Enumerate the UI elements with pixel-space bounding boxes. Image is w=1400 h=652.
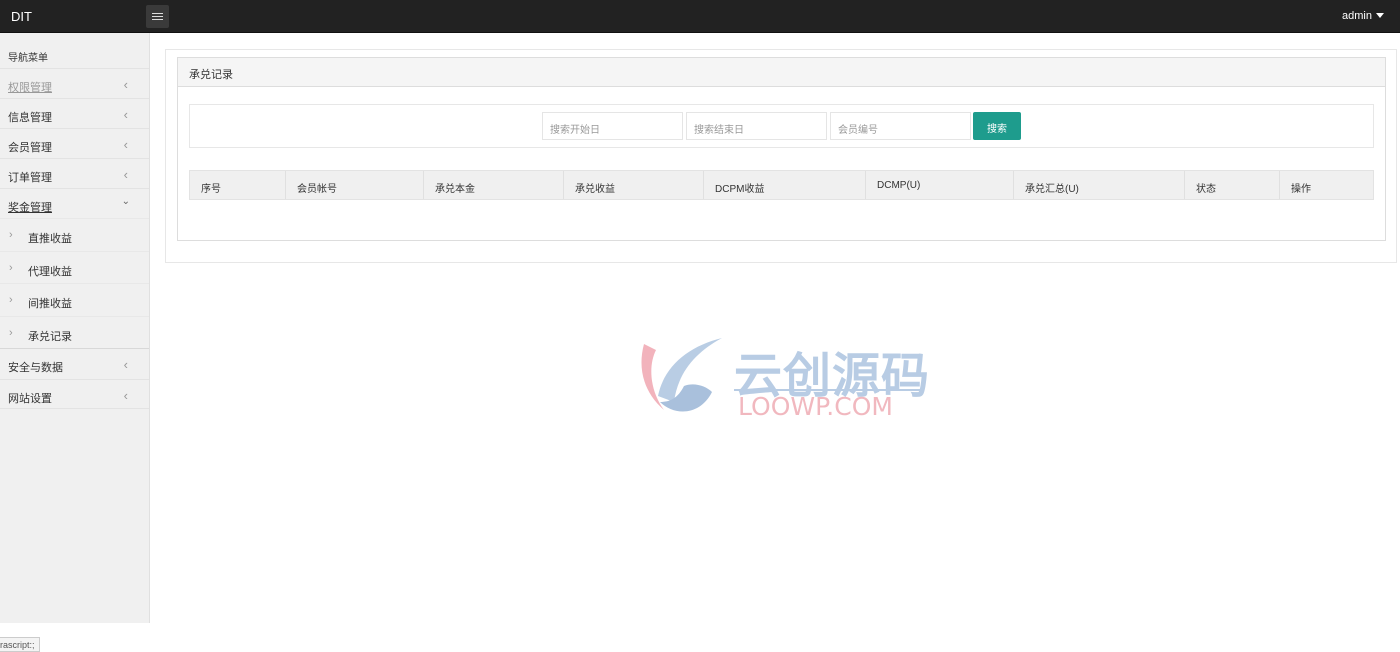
chevron-right-icon: ›	[9, 326, 13, 339]
sidebar-item-bonus[interactable]: 奖金管理 ⌄	[0, 188, 149, 218]
watermark-en: LOOWP.COM	[738, 392, 893, 421]
sidebar-item-security[interactable]: 安全与数据 ‹	[0, 349, 149, 379]
sidebar-subitem-label: 承兑记录	[28, 330, 72, 343]
menu-toggle-button[interactable]	[146, 5, 169, 28]
search-button[interactable]: 搜索	[973, 112, 1021, 140]
sidebar-subitem-direct[interactable]: › 直推收益	[0, 218, 149, 251]
sidebar-item-site-settings[interactable]: 网站设置 ‹	[0, 379, 149, 409]
chevron-left-icon: ‹	[123, 388, 128, 403]
sidebar-item-label: 信息管理	[8, 112, 52, 124]
user-name: admin	[1342, 10, 1372, 22]
hamburger-icon	[152, 13, 163, 14]
chevron-down-icon: ⌄	[121, 196, 130, 207]
sidebar: 导航菜单 权限管理 ‹ 信息管理 ‹ 会员管理 ‹ 订单管理 ‹ 奖金管理 ⌄ …	[0, 33, 150, 623]
status-bar: rascript:;	[0, 637, 40, 652]
chevron-left-icon: ‹	[123, 167, 128, 182]
watermark-logo-icon	[641, 338, 722, 412]
chevron-left-icon: ‹	[123, 107, 128, 122]
brand-logo[interactable]: DIT	[11, 9, 32, 24]
chevron-left-icon: ‹	[123, 357, 128, 372]
chevron-left-icon: ‹	[123, 77, 128, 92]
sidebar-item-label: 奖金管理	[8, 202, 52, 214]
sidebar-subitem-agent[interactable]: › 代理收益	[0, 250, 149, 284]
sidebar-item-permissions[interactable]: 权限管理 ‹	[0, 68, 149, 98]
end-date-input[interactable]: 搜索结束日	[686, 112, 827, 140]
sidebar-item-label: 网站设置	[8, 393, 52, 405]
watermark: 云创源码 LOOWP.COM	[634, 334, 934, 424]
member-id-input[interactable]: 会员编号	[830, 112, 971, 140]
column-header[interactable]: 操作	[1279, 171, 1373, 199]
column-header[interactable]: 承兑收益	[563, 171, 703, 199]
sidebar-item-members[interactable]: 会员管理 ‹	[0, 128, 149, 158]
sidebar-subitem-label: 间推收益	[28, 298, 72, 310]
sidebar-subitem-label: 直推收益	[28, 233, 72, 245]
sidebar-item-label: 订单管理	[8, 172, 52, 184]
column-header[interactable]: 承兑汇总(U)	[1013, 171, 1184, 199]
sidebar-subitem-redemption[interactable]: › 承兑记录	[0, 315, 149, 349]
user-menu[interactable]: admin	[1342, 10, 1384, 22]
column-header[interactable]: 序号	[190, 171, 285, 199]
chevron-left-icon: ‹	[123, 137, 128, 152]
watermark-divider	[734, 389, 924, 391]
sidebar-item-label: 权限管理	[8, 82, 52, 94]
column-header[interactable]: 会员帐号	[285, 171, 423, 199]
sidebar-item-info[interactable]: 信息管理 ‹	[0, 98, 149, 128]
sidebar-item-label: 会员管理	[8, 142, 52, 154]
sidebar-subitem-indirect[interactable]: › 间推收益	[0, 283, 149, 316]
chevron-right-icon: ›	[9, 294, 13, 306]
sidebar-item-orders[interactable]: 订单管理 ‹	[0, 158, 149, 188]
column-header[interactable]: DCMP(U)	[865, 171, 1013, 199]
sidebar-title: 导航菜单	[8, 53, 48, 64]
panel-title: 承兑记录	[178, 58, 1385, 87]
caret-down-icon	[1376, 13, 1384, 18]
sidebar-subitem-label: 代理收益	[28, 265, 72, 278]
column-header[interactable]: 状态	[1184, 171, 1279, 199]
records-panel: 承兑记录	[177, 57, 1386, 241]
start-date-input[interactable]: 搜索开始日	[542, 112, 683, 140]
column-header[interactable]: DCPM收益	[703, 171, 865, 199]
table-header: 序号 会员帐号 承兑本金 承兑收益 DCPM收益 DCMP(U) 承兑汇总(U)…	[189, 170, 1374, 200]
column-header[interactable]: 承兑本金	[423, 171, 563, 199]
top-navbar: DIT admin	[0, 0, 1400, 33]
sidebar-item-label: 安全与数据	[8, 362, 63, 374]
chevron-right-icon: ›	[9, 229, 13, 241]
chevron-right-icon: ›	[9, 261, 13, 274]
